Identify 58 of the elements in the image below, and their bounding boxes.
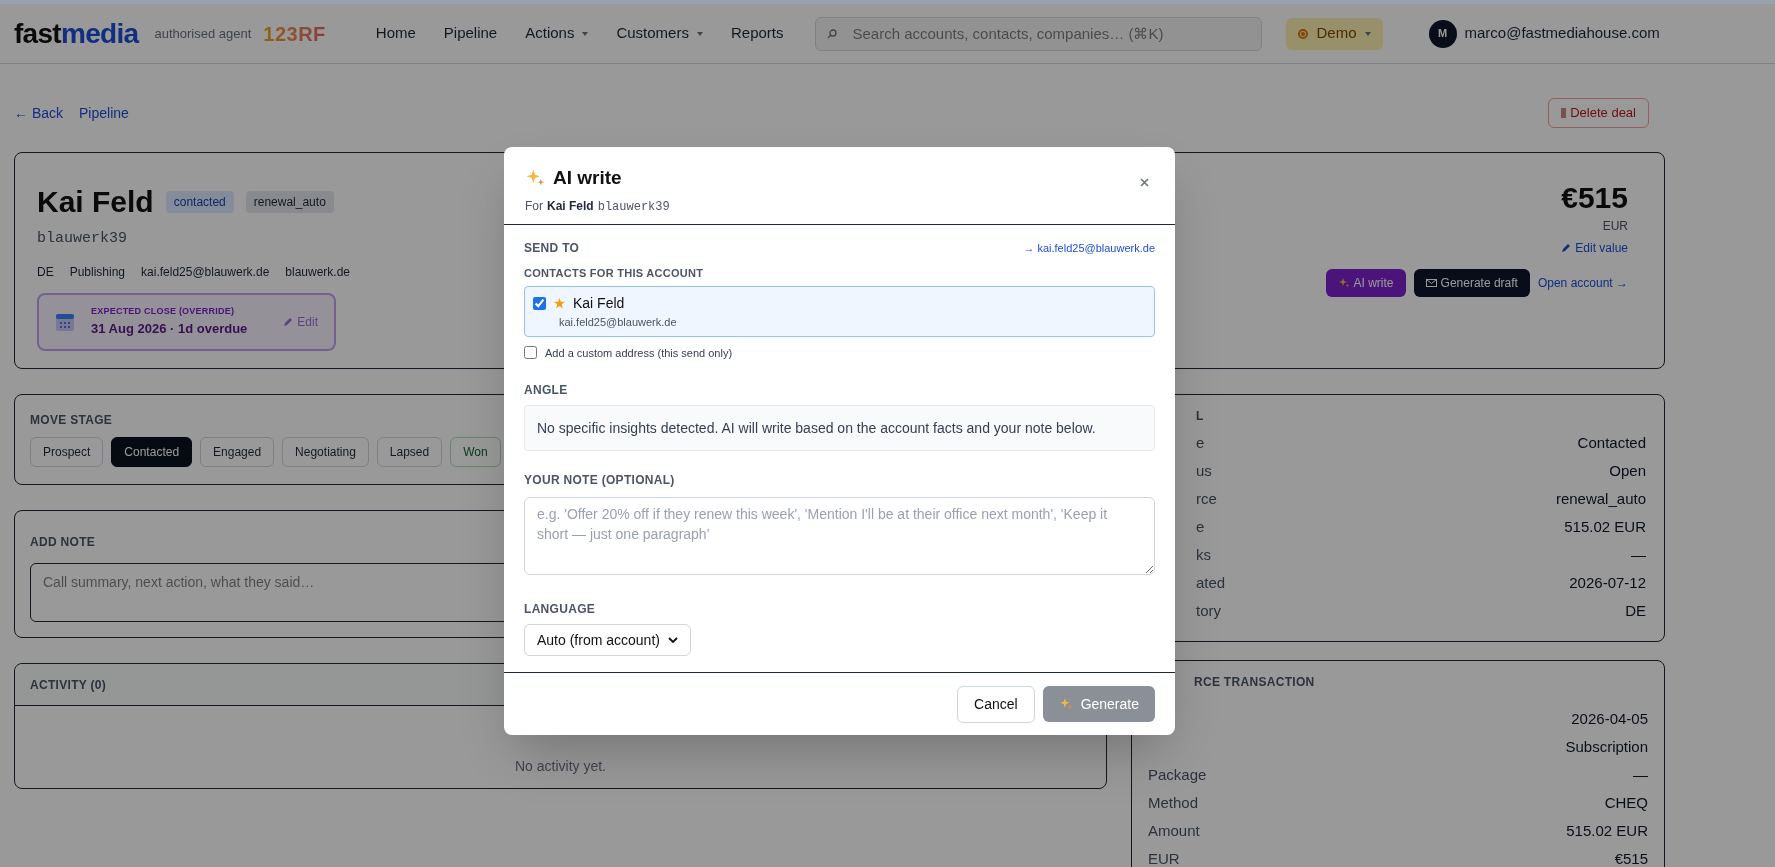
- tag: contacted: [165, 190, 234, 213]
- empty-message: No activity yet.: [515, 757, 606, 776]
- deal-amount: €515: [1561, 180, 1628, 216]
- field-value: —: [1633, 764, 1648, 785]
- field-label: EUR: [1148, 848, 1180, 867]
- account-handle: blauwerk39: [37, 229, 128, 249]
- field-value: 515.02 EUR: [1564, 516, 1646, 537]
- field-label: us: [1195, 460, 1212, 481]
- field-label: Method: [1148, 792, 1199, 813]
- account-handle: blauwerk39: [597, 198, 670, 216]
- section-title: MOVE STAGE: [30, 412, 113, 429]
- checkbox-label: Add a custom address (this send only): [545, 345, 733, 361]
- field-value: DE: [1625, 600, 1646, 621]
- dialog-subtitle: For: [525, 197, 543, 215]
- section-title: ACTIVITY (0): [30, 676, 107, 694]
- expected-close-label: EXPECTED CLOSE (OVERRIDE): [91, 305, 236, 318]
- field-label: e: [1195, 432, 1205, 453]
- field-value: renewal_auto: [1555, 488, 1646, 509]
- section-title: L: [1195, 408, 1205, 425]
- field-value: CHEQ: [1604, 792, 1648, 813]
- field-value: Contacted: [1577, 432, 1646, 453]
- expected-close-date: 31 Aug 2026 · 1d overdue: [91, 319, 248, 338]
- field-label: Package: [1148, 764, 1207, 785]
- field-label: LANGUAGE: [524, 601, 597, 618]
- recipient-email: → kai.feld25@blauwerk.de: [1023, 240, 1155, 256]
- field-label: rce: [1195, 488, 1217, 509]
- field-label: tory: [1195, 600, 1221, 621]
- field-label: YOUR NOTE (OPTIONAL): [524, 472, 676, 489]
- field-label: CONTACTS FOR THIS ACCOUNT: [524, 266, 705, 281]
- section-title: ADD NOTE: [30, 534, 96, 551]
- dialog-title: AI write: [553, 166, 622, 190]
- field-value: Subscription: [1565, 736, 1648, 757]
- field-value: 2026-07-12: [1569, 572, 1646, 593]
- section-title: RCE TRANSACTION: [1193, 674, 1316, 691]
- account-fact: blauwerk.de: [285, 263, 351, 281]
- field-label: ANGLE: [524, 382, 569, 399]
- contact-name: Kai Feld: [573, 293, 625, 313]
- field-label: SEND TO: [524, 240, 580, 257]
- account-fact: DE: [37, 263, 54, 281]
- field-value: 515.02 EUR: [1566, 820, 1648, 841]
- field-label: ks: [1195, 544, 1211, 565]
- tag: renewal_auto: [245, 190, 334, 213]
- currency: EUR: [1602, 217, 1628, 235]
- field-value: 2026-04-05: [1571, 708, 1648, 729]
- agent-label: authorised agent: [154, 24, 252, 43]
- deal-name: Kai Feld: [37, 184, 154, 220]
- account-fact: Publishing: [69, 263, 126, 281]
- field-label: ated: [1195, 572, 1226, 593]
- account-name: Kai Feld: [547, 197, 594, 215]
- field-value: —: [1631, 544, 1646, 565]
- field-label: e: [1195, 516, 1205, 537]
- user-email: marco@fastmediahouse.com: [1464, 23, 1660, 44]
- contact-email: kai.feld25@blauwerk.de: [558, 314, 678, 330]
- field-value: €515: [1614, 848, 1648, 867]
- field-label: Amount: [1148, 820, 1200, 841]
- angle-text: No specific insights detected. AI will write based on the account facts and your note below.: [537, 418, 1096, 438]
- account-fact: kai.feld25@blauwerk.de: [141, 263, 270, 281]
- field-value: Open: [1609, 460, 1646, 481]
